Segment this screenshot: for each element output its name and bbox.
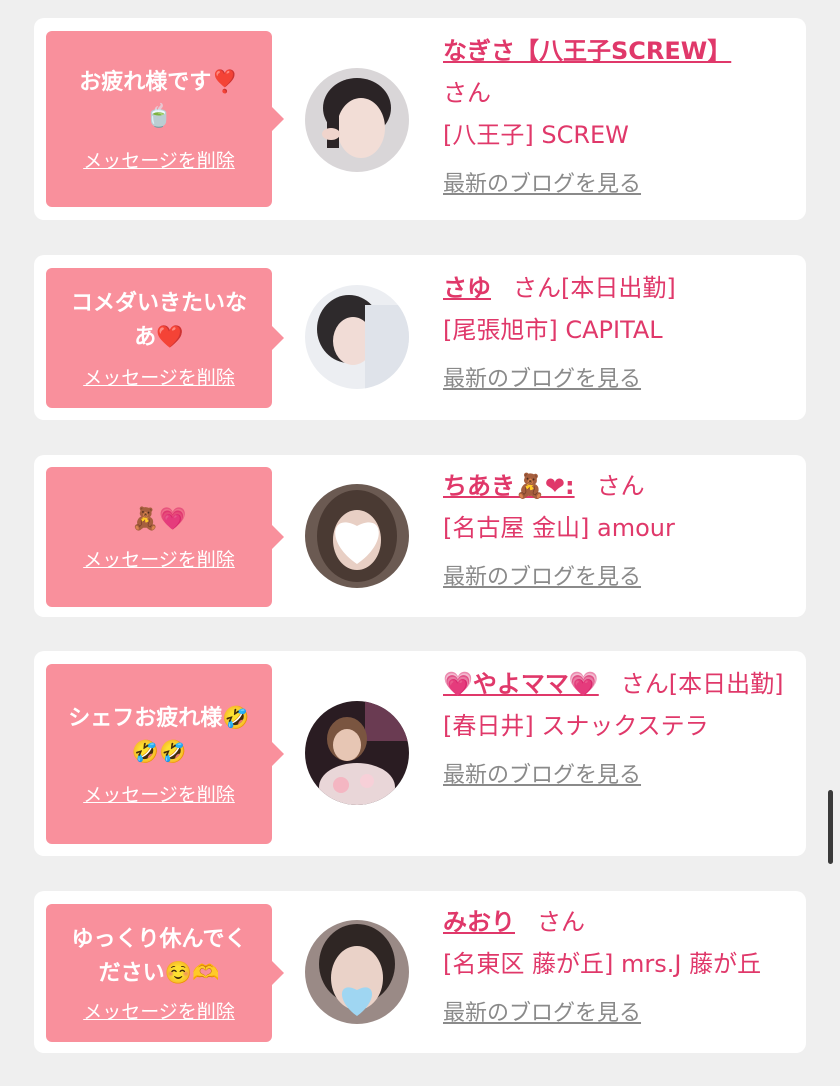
- san-suffix: さん: [513, 274, 561, 302]
- sender-name-line: 💗やよママ💗 さん[本日出勤]: [443, 663, 798, 705]
- sender-name-link[interactable]: ちあき🧸❤︎:: [443, 472, 575, 500]
- shop-name: [春日井] スナックステラ: [443, 712, 709, 740]
- message-card: お疲れ様です❣️ 🍵 メッセージを削除 なぎさ【八王子SCREW】 さん [八王子…: [34, 18, 806, 220]
- sender-name-line: ちあき🧸❤︎: さん: [443, 465, 798, 507]
- avatar-photo: [305, 285, 409, 389]
- message-text: 🧸💗: [131, 506, 187, 532]
- sender-info: さゆ さん[本日出勤] [尾張旭市] CAPITAL 最新のブログを見る: [443, 267, 798, 393]
- delete-message-link[interactable]: メッセージを削除: [83, 363, 235, 390]
- avatar-photo: [305, 920, 409, 1024]
- shop-name: [八王子] SCREW: [443, 121, 629, 149]
- sender-info: みおり さん [名東区 藤が丘] mrs.J 藤が丘 最新のブログを見る: [443, 901, 798, 1027]
- sender-name-line: さゆ さん[本日出勤]: [443, 267, 798, 309]
- message-bubble: シェフお疲れ様🤣 🤣🤣 メッセージを削除: [46, 664, 284, 844]
- sender-info: なぎさ【八王子SCREW】 さん [八王子] SCREW 最新のブログを見る: [443, 30, 798, 198]
- sender-name-link[interactable]: なぎさ【八王子SCREW】: [443, 37, 731, 65]
- latest-blog-link[interactable]: 最新のブログを見る: [443, 166, 641, 198]
- avatar[interactable]: [305, 68, 409, 172]
- shop-name: [名東区 藤が丘] mrs.J 藤が丘: [443, 950, 762, 978]
- san-suffix: さん: [596, 472, 645, 500]
- sender-info: 💗やよママ💗 さん[本日出勤] [春日井] スナックステラ 最新のブログを見る: [443, 663, 798, 789]
- message-bubble: お疲れ様です❣️ 🍵 メッセージを削除: [46, 31, 284, 207]
- shop-name: [名古屋 金山] amour: [443, 514, 675, 542]
- avatar[interactable]: [305, 701, 409, 805]
- avatar[interactable]: [305, 285, 409, 389]
- message-text: お疲れ様です❣️ 🍵: [79, 69, 239, 129]
- latest-blog-link[interactable]: 最新のブログを見る: [443, 361, 641, 393]
- avatar-photo: [305, 484, 409, 588]
- avatar-photo: [305, 701, 409, 805]
- latest-blog-link[interactable]: 最新のブログを見る: [443, 995, 641, 1027]
- attendance-tag: [本日出勤]: [668, 670, 784, 698]
- sender-info: ちあき🧸❤︎: さん [名古屋 金山] amour 最新のブログを見る: [443, 465, 798, 591]
- avatar[interactable]: [305, 484, 409, 588]
- message-text: コメダいきたいな あ❤️: [70, 290, 247, 350]
- sender-name-link[interactable]: さゆ: [443, 274, 491, 302]
- sender-name-link[interactable]: 💗やよママ💗: [443, 670, 599, 698]
- delete-message-link[interactable]: メッセージを削除: [83, 997, 235, 1024]
- attendance-tag: [本日出勤]: [561, 274, 676, 302]
- san-suffix: さん: [537, 908, 585, 936]
- message-text: シェフお疲れ様🤣 🤣🤣: [68, 705, 250, 765]
- message-bubble: 🧸💗 メッセージを削除: [46, 467, 284, 607]
- sender-name-line: なぎさ【八王子SCREW】 さん: [443, 30, 768, 114]
- avatar-photo: [305, 68, 409, 172]
- delete-message-link[interactable]: メッセージを削除: [83, 545, 235, 572]
- delete-message-link[interactable]: メッセージを削除: [83, 780, 235, 807]
- shop-name: [尾張旭市] CAPITAL: [443, 316, 663, 344]
- message-bubble: ゆっくり休んでく ださい☺️🫶 メッセージを削除: [46, 904, 284, 1042]
- message-card: シェフお疲れ様🤣 🤣🤣 メッセージを削除 💗やよママ💗 さん[本日出勤] [春日井]…: [34, 651, 806, 856]
- latest-blog-link[interactable]: 最新のブログを見る: [443, 757, 641, 789]
- message-card: ゆっくり休んでく ださい☺️🫶 メッセージを削除 みおり さん [名東区 藤が丘] …: [34, 891, 806, 1053]
- delete-message-link[interactable]: メッセージを削除: [83, 146, 235, 173]
- avatar[interactable]: [305, 920, 409, 1024]
- message-card: 🧸💗 メッセージを削除 ちあき🧸❤︎: さん [名古屋 金山] amour 最新の…: [34, 455, 806, 617]
- sender-name-link[interactable]: みおり: [443, 908, 515, 936]
- scrollbar[interactable]: [828, 790, 833, 864]
- sender-name-line: みおり さん: [443, 901, 798, 943]
- san-suffix: さん: [620, 670, 669, 698]
- message-card: コメダいきたいな あ❤️ メッセージを削除 さゆ さん[本日出勤] [尾張旭市] C…: [34, 255, 806, 420]
- latest-blog-link[interactable]: 最新のブログを見る: [443, 559, 641, 591]
- message-bubble: コメダいきたいな あ❤️ メッセージを削除: [46, 268, 284, 408]
- san-suffix: さん: [443, 79, 491, 107]
- message-text: ゆっくり休んでく ださい☺️🫶: [71, 926, 247, 986]
